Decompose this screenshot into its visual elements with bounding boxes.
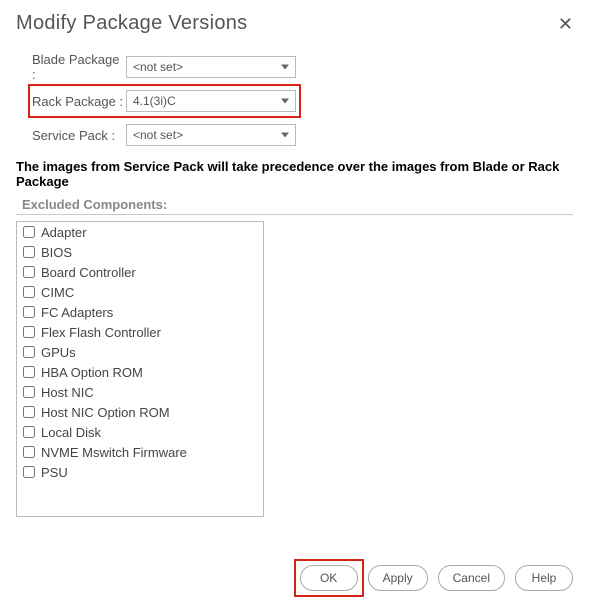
- dialog-title: Modify Package Versions: [16, 12, 247, 35]
- list-item-label: NVME Mswitch Firmware: [41, 445, 187, 460]
- chevron-down-icon: [281, 133, 289, 138]
- service-pack-select[interactable]: <not set>: [126, 124, 296, 146]
- list-item: Board Controller: [17, 262, 263, 282]
- chevron-down-icon: [281, 65, 289, 70]
- list-item: HBA Option ROM: [17, 362, 263, 382]
- list-item: FC Adapters: [17, 302, 263, 322]
- rack-package-row: Rack Package : 4.1(3i)C: [16, 87, 573, 115]
- list-item-label: Host NIC Option ROM: [41, 405, 170, 420]
- button-bar: OK Apply Cancel Help: [16, 565, 573, 591]
- list-item-label: HBA Option ROM: [41, 365, 143, 380]
- list-item-label: Flex Flash Controller: [41, 325, 161, 340]
- list-item: Host NIC Option ROM: [17, 402, 263, 422]
- cancel-button[interactable]: Cancel: [438, 565, 505, 591]
- list-item-label: GPUs: [41, 345, 76, 360]
- list-item-checkbox[interactable]: [23, 446, 35, 458]
- list-item-label: Board Controller: [41, 265, 136, 280]
- service-pack-label: Service Pack :: [16, 128, 126, 143]
- list-item-label: PSU: [41, 465, 68, 480]
- apply-button[interactable]: Apply: [368, 565, 428, 591]
- list-item-checkbox[interactable]: [23, 326, 35, 338]
- blade-package-value: <not set>: [133, 60, 183, 74]
- list-item-checkbox[interactable]: [23, 286, 35, 298]
- list-item: GPUs: [17, 342, 263, 362]
- list-item-label: Local Disk: [41, 425, 101, 440]
- service-pack-value: <not set>: [133, 128, 183, 142]
- list-item-checkbox[interactable]: [23, 426, 35, 438]
- list-item: Host NIC: [17, 382, 263, 402]
- list-item-checkbox[interactable]: [23, 266, 35, 278]
- excluded-components-scroll[interactable]: Adapter BIOS Board Controller CIMC FC Adapte…: [17, 222, 263, 516]
- list-item: Flex Flash Controller: [17, 322, 263, 342]
- list-item-checkbox[interactable]: [23, 306, 35, 318]
- list-item: CIMC: [17, 282, 263, 302]
- precedence-note: The images from Service Pack will take p…: [16, 159, 573, 189]
- list-item-checkbox[interactable]: [23, 386, 35, 398]
- rack-package-label: Rack Package :: [16, 94, 126, 109]
- rack-package-select[interactable]: 4.1(3i)C: [126, 90, 296, 112]
- list-item-checkbox[interactable]: [23, 366, 35, 378]
- list-item-label: FC Adapters: [41, 305, 113, 320]
- list-item: Local Disk: [17, 422, 263, 442]
- title-bar: Modify Package Versions ✕: [16, 12, 573, 35]
- list-item-checkbox[interactable]: [23, 406, 35, 418]
- ok-button[interactable]: OK: [300, 565, 358, 591]
- blade-package-select[interactable]: <not set>: [126, 56, 296, 78]
- dialog: Modify Package Versions ✕ Blade Package …: [0, 0, 589, 607]
- blade-package-row: Blade Package : <not set>: [16, 53, 573, 81]
- list-item-checkbox[interactable]: [23, 246, 35, 258]
- help-button[interactable]: Help: [515, 565, 573, 591]
- service-pack-row: Service Pack : <not set>: [16, 121, 573, 149]
- list-item-checkbox[interactable]: [23, 466, 35, 478]
- list-item-label: BIOS: [41, 245, 72, 260]
- rack-package-value: 4.1(3i)C: [133, 94, 176, 108]
- close-icon[interactable]: ✕: [558, 15, 573, 33]
- list-item: NVME Mswitch Firmware: [17, 442, 263, 462]
- list-item: PSU: [17, 462, 263, 482]
- list-item: Adapter: [17, 222, 263, 242]
- list-item-label: Adapter: [41, 225, 87, 240]
- excluded-components-listbox: Adapter BIOS Board Controller CIMC FC Adapte…: [16, 221, 264, 517]
- list-item-label: Host NIC: [41, 385, 94, 400]
- blade-package-label: Blade Package :: [16, 52, 126, 82]
- list-item-label: CIMC: [41, 285, 74, 300]
- divider: [16, 214, 573, 215]
- chevron-down-icon: [281, 99, 289, 104]
- excluded-components-label: Excluded Components:: [22, 197, 573, 212]
- list-item-checkbox[interactable]: [23, 346, 35, 358]
- list-item: BIOS: [17, 242, 263, 262]
- list-item-checkbox[interactable]: [23, 226, 35, 238]
